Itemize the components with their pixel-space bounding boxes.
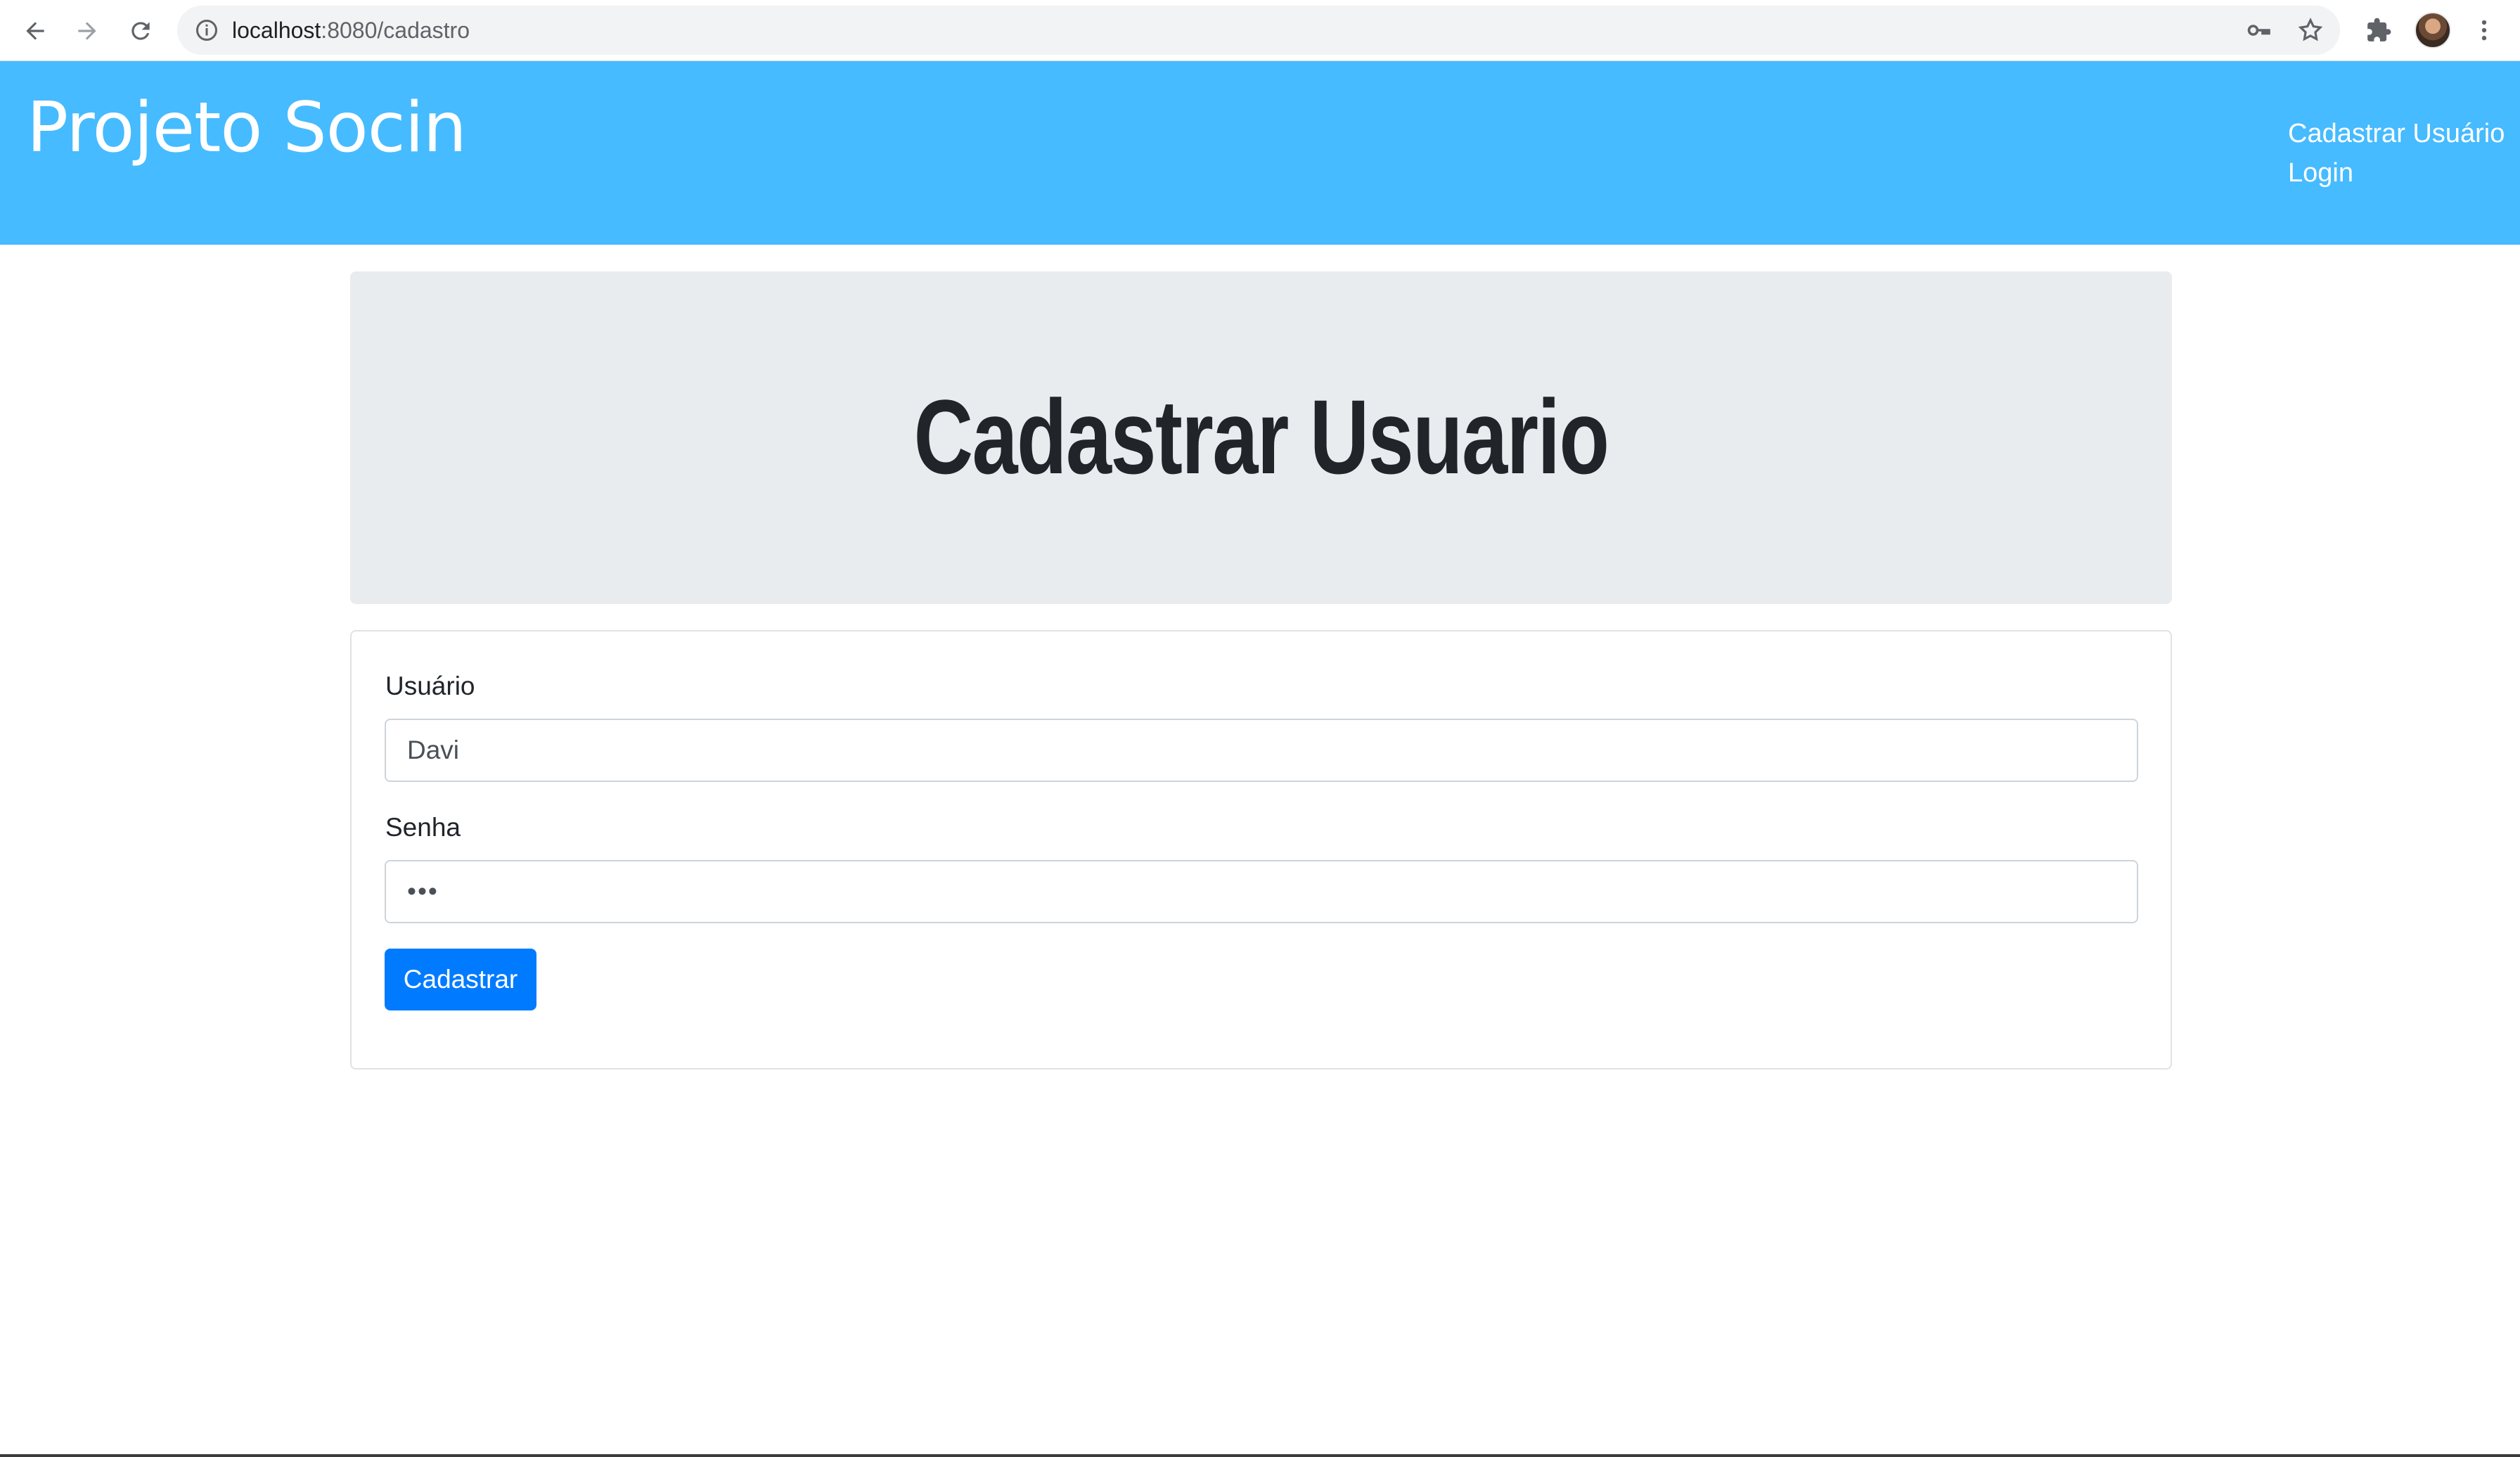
cadastrar-button[interactable]: Cadastrar — [385, 949, 536, 1010]
username-label: Usuário — [385, 672, 475, 700]
password-input[interactable]: ••• — [385, 860, 2138, 923]
window-bottom-edge — [0, 1454, 2520, 1457]
extension-puzzle-icon[interactable] — [2362, 14, 2395, 46]
username-input[interactable]: Davi — [385, 719, 2138, 782]
page: localhost:8080/cadastro Projeto Socin Ca… — [0, 0, 2520, 1457]
browser-toolbar: localhost:8080/cadastro — [0, 0, 2520, 61]
reload-icon[interactable] — [122, 13, 159, 49]
password-label: Senha — [385, 813, 461, 842]
page-title: Cadastrar Usuario — [913, 378, 1609, 496]
site-navbar: Projeto Socin Cadastrar Usuário Login — [0, 61, 2520, 245]
key-icon[interactable] — [2244, 16, 2272, 44]
url-text: localhost:8080/cadastro — [232, 18, 470, 43]
nav-link-cadastrar-usuario[interactable]: Cadastrar Usuário — [2288, 114, 2505, 153]
back-arrow-icon[interactable] — [17, 13, 53, 49]
star-icon[interactable] — [2296, 16, 2325, 44]
jumbotron: Cadastrar Usuario — [350, 271, 2172, 604]
brand-logo-text[interactable]: Projeto Socin — [27, 89, 467, 167]
address-bar[interactable]: localhost:8080/cadastro — [177, 6, 2340, 55]
profile-avatar[interactable] — [2415, 12, 2451, 49]
nav-link-login[interactable]: Login — [2288, 153, 2505, 193]
forward-arrow-icon[interactable] — [69, 13, 105, 49]
kebab-menu-icon[interactable] — [2468, 14, 2500, 46]
info-icon[interactable] — [194, 18, 219, 43]
registration-form-card: Usuário Davi Senha ••• Cadastrar — [350, 630, 2172, 1070]
nav-links: Cadastrar Usuário Login — [2288, 114, 2505, 193]
